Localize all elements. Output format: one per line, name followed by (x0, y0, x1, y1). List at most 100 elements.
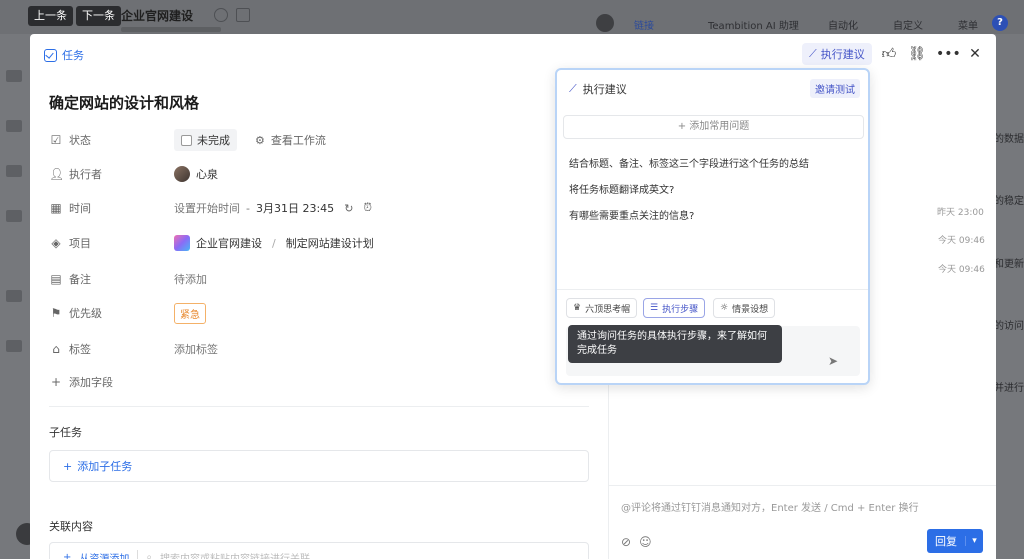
field-project: ◈ 项目 企业官网建设 / 制定网站建设计划 (49, 231, 609, 255)
field-label: 状态 (69, 134, 91, 147)
suggested-question[interactable]: 结合标题、备注、标签这三个字段进行这个任务的总结 (569, 155, 809, 170)
field-label: 执行者 (69, 168, 102, 181)
add-subtask-button[interactable]: + 添加子任务 (49, 450, 589, 482)
assignee-value[interactable]: 心泉 (174, 166, 218, 182)
task-type[interactable]: 任务 (44, 47, 84, 63)
thumbs-up-icon[interactable]: 👍︎ (879, 44, 899, 64)
activity-time: 今天 09:46 (938, 265, 985, 275)
field-note: ▤ 备注 待添加 (49, 267, 609, 291)
list-icon: ☰ (650, 303, 659, 313)
bg-tab-custom[interactable]: 自定义 (893, 17, 923, 32)
bg-list-item: 的访问相 (994, 321, 1024, 332)
layers-icon: ◈ (51, 236, 61, 250)
status-checkbox[interactable] (181, 134, 192, 146)
attachment-icon[interactable]: ⊘ (621, 535, 631, 549)
related-search-input[interactable]: 搜索内容或粘贴内容链接进行关联 (160, 550, 310, 559)
related-content-bar: + 从资源添加 ⌕ 搜索内容或粘贴内容链接进行关联 (49, 542, 589, 559)
task-title[interactable]: 确定网站的设计和风格 (49, 92, 199, 113)
add-from-resource-button[interactable]: 从资源添加 (79, 550, 129, 559)
avatar (174, 166, 190, 182)
invite-test-badge[interactable]: 邀请测试 (810, 79, 860, 98)
related-section-title: 关联内容 (49, 520, 93, 533)
note-value[interactable]: 待添加 (174, 271, 207, 287)
bg-list-item: 的数据分 (994, 134, 1024, 145)
add-subtask-label: 添加子任务 (77, 460, 133, 473)
scenario-chip[interactable]: ☼ 情景设想 (713, 298, 776, 318)
link-icon[interactable]: ⛓︎ (907, 44, 927, 64)
field-label: 项目 (69, 237, 91, 250)
info-icon[interactable] (214, 8, 228, 22)
bulb-icon: ☼ (720, 303, 729, 313)
emoji-icon[interactable]: ☺︎ (639, 535, 652, 549)
background-list (996, 34, 1024, 559)
plus-icon: + (63, 459, 73, 473)
plus-icon: + (63, 551, 72, 559)
field-assignee: 👤︎ 执行者 心泉 (49, 162, 609, 186)
close-icon[interactable]: ✕ (965, 44, 985, 64)
field-label: 时间 (69, 202, 91, 215)
project-value[interactable]: 企业官网建设 / 制定网站建设计划 (174, 235, 374, 251)
more-icon[interactable]: ••• (936, 44, 961, 64)
subtask-section-title: 子任务 (49, 426, 82, 439)
assignee-name: 心泉 (196, 168, 218, 181)
background-subtitle (121, 27, 221, 32)
reply-label: 回复 (935, 535, 957, 548)
user-avatar[interactable] (596, 14, 614, 32)
sidebar-icon (6, 340, 22, 352)
project-name: 企业官网建设 (196, 237, 262, 250)
start-time-field[interactable]: 设置开始时间 (174, 200, 240, 216)
reply-button[interactable]: 回复 ▾ (927, 529, 983, 553)
six-hats-chip[interactable]: ♛ 六顶思考帽 (566, 298, 638, 318)
bg-tab-ai[interactable]: Teambition AI 助理 (708, 17, 799, 32)
send-icon[interactable]: ➤ (828, 354, 838, 368)
add-common-question-button[interactable]: + 添加常用问题 (563, 115, 864, 139)
sidebar-icon (6, 290, 22, 302)
background-project-title[interactable]: 企业官网建设 (121, 7, 193, 24)
sidebar-icon (6, 120, 22, 132)
comment-area: @评论将通过钉钉消息通知对方，Enter 发送 / Cmd + Enter 换行… (609, 485, 996, 559)
alarm-icon[interactable]: ⏰︎ (363, 201, 372, 215)
next-item-button[interactable]: 下一条 (76, 6, 121, 26)
bg-tab-menu[interactable]: 菜单 (958, 17, 978, 32)
sidebar-icon (6, 165, 22, 177)
execution-steps-chip[interactable]: ☰ 执行步骤 (643, 298, 706, 318)
prev-item-button[interactable]: 上一条 (28, 6, 73, 26)
popup-title: 执行建议 (582, 83, 627, 96)
bg-tab-link[interactable]: 链接 (634, 17, 654, 32)
status-toggle[interactable]: 未完成 (174, 129, 237, 151)
bg-list-item: 的稳定性 (994, 196, 1024, 207)
repeat-icon[interactable]: ↻ (344, 202, 353, 215)
search-icon: ⌕ (146, 551, 152, 559)
sidebar-icon (6, 70, 22, 82)
field-label: 优先级 (69, 307, 102, 320)
star-icon[interactable] (236, 8, 250, 22)
execute-suggestion-button[interactable]: ⟋ 执行建议 (802, 43, 872, 65)
project-logo-icon (174, 235, 190, 251)
suggested-question[interactable]: 有哪些需要重点关注的信息? (569, 207, 694, 222)
bg-list-item: 并进行S (994, 383, 1024, 394)
add-field-button[interactable]: + 添加字段 (49, 370, 609, 394)
comment-input[interactable]: @评论将通过钉钉消息通知对方，Enter 发送 / Cmd + Enter 换行 (621, 499, 919, 514)
field-status: ☑︎ 状态 未完成 ⚙︎ 查看工作流 (49, 128, 609, 152)
end-time-field[interactable]: 3月31日 23:45 (256, 200, 334, 216)
view-workflow-link[interactable]: 查看工作流 (271, 132, 326, 148)
divider (557, 289, 868, 290)
tag-icon: ⌂ (52, 342, 60, 356)
chevron-down-icon[interactable]: ▾ (965, 536, 983, 546)
tags-value[interactable]: 添加标签 (174, 341, 218, 357)
bg-tab-automation[interactable]: 自动化 (828, 17, 858, 32)
chip-label: 执行步骤 (662, 304, 699, 315)
magic-wand-icon: ⟋ (809, 47, 817, 60)
suggested-question[interactable]: 将任务标题翻译成英文? (569, 181, 674, 196)
priority-badge[interactable]: 紧急 (174, 302, 206, 324)
activity-time: 昨天 23:00 (937, 208, 984, 218)
divider (137, 550, 139, 559)
status-icon: ☑︎ (50, 133, 62, 147)
task-type-label: 任务 (62, 49, 84, 62)
status-value: 未完成 (197, 134, 230, 147)
field-label: 标签 (69, 343, 91, 356)
field-time: ▦ 时间 设置开始时间 - 3月31日 23:45 ↻ ⏰︎ (49, 196, 609, 220)
execute-suggestion-label: 执行建议 (820, 48, 865, 61)
help-icon[interactable]: ? (992, 15, 1008, 31)
divider (49, 406, 589, 407)
